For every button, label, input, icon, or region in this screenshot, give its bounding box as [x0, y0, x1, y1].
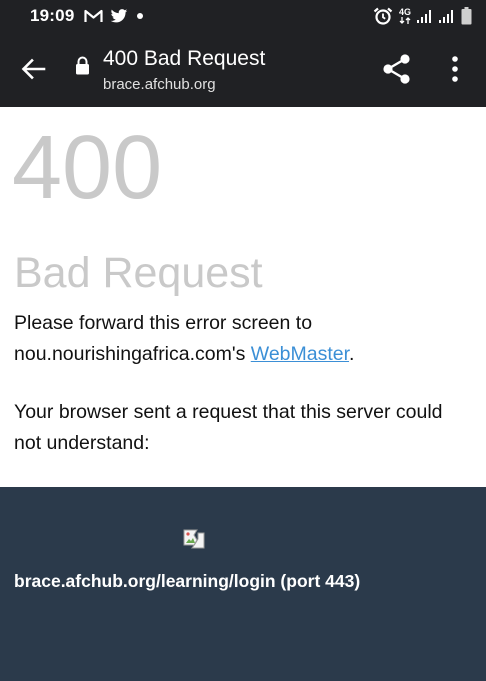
back-button[interactable]: [18, 54, 48, 84]
status-right-icons: 4G: [373, 7, 472, 25]
overflow-menu-button[interactable]: [442, 54, 468, 84]
status-left-icons: [84, 8, 145, 24]
forward-message: Please forward this error screen to nou.…: [14, 308, 474, 370]
webmaster-link[interactable]: WebMaster: [251, 343, 349, 365]
signal-icon: [417, 9, 433, 23]
page-url[interactable]: brace.afchub.org: [103, 76, 216, 93]
share-button[interactable]: [381, 52, 413, 86]
gmail-icon: [84, 9, 104, 23]
request-url: brace.afchub.org/learning/login (port 44…: [14, 571, 361, 591]
page-content: 400 Bad Request Please forward this erro…: [0, 107, 486, 487]
forward-end: .: [349, 343, 355, 365]
broken-image-icon: [183, 529, 205, 549]
browser-toolbar: 400 Bad Request brace.afchub.org: [0, 32, 486, 107]
network-4g-icon: 4G: [399, 8, 411, 24]
request-info-box: brace.afchub.org/learning/login (port 44…: [0, 487, 486, 681]
error-title: Bad Request: [14, 249, 263, 297]
page-title[interactable]: 400 Bad Request: [103, 47, 265, 71]
twitter-icon: [110, 8, 128, 24]
arrow-left-icon: [21, 58, 46, 80]
battery-icon: [461, 7, 472, 25]
dot-icon: [135, 11, 145, 21]
more-vert-icon: [452, 56, 458, 82]
network-label: 4G: [398, 7, 411, 17]
status-time: 19:09: [30, 6, 75, 25]
signal-icon: [439, 9, 455, 23]
error-code: 400: [12, 118, 163, 218]
lock-icon[interactable]: [75, 56, 90, 80]
alarm-icon: [373, 7, 393, 25]
detail-message: Your browser sent a request that this se…: [14, 401, 443, 454]
status-bar: 19:09 4G: [0, 0, 486, 32]
share-icon: [383, 54, 410, 84]
